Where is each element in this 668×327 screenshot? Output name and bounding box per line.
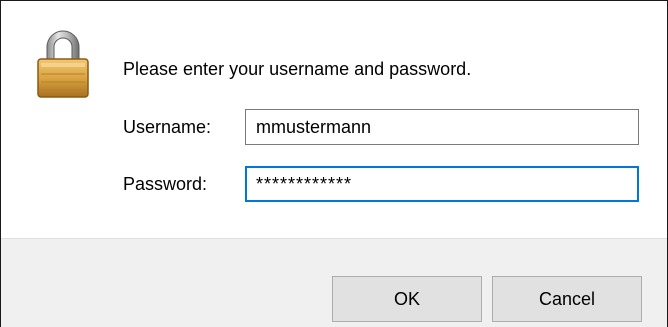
cancel-button[interactable]: Cancel	[492, 276, 642, 322]
dialog-content: Please enter your username and password.…	[1, 1, 667, 237]
padlock-icon	[37, 30, 89, 98]
username-field[interactable]	[245, 109, 639, 145]
dialog-prompt: Please enter your username and password.	[123, 59, 472, 79]
password-field[interactable]	[245, 166, 639, 202]
login-dialog: Please enter your username and password.…	[0, 0, 668, 327]
password-label: Password:	[123, 174, 208, 194]
username-label: Username:	[123, 117, 212, 137]
ok-button[interactable]: OK	[332, 276, 482, 322]
